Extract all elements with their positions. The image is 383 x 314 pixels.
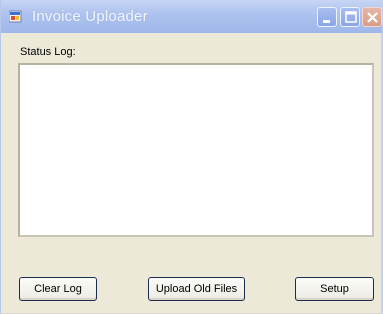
clear-log-button[interactable]: Clear Log — [19, 277, 97, 301]
close-icon — [367, 12, 378, 23]
close-button[interactable] — [362, 7, 382, 27]
minimize-button[interactable] — [317, 7, 337, 27]
maximize-button[interactable] — [340, 7, 360, 27]
upload-old-files-button[interactable]: Upload Old Files — [148, 277, 245, 301]
app-window-icon — [8, 10, 23, 24]
status-log-label: Status Log: — [20, 46, 76, 58]
setup-button[interactable]: Setup — [295, 277, 374, 301]
app-window: Invoice Uploader Status Log: Clear Log U… — [0, 0, 383, 314]
status-log-textbox[interactable] — [18, 63, 374, 237]
window-title: Invoice Uploader — [32, 8, 148, 25]
title-bar[interactable]: Invoice Uploader — [1, 0, 382, 33]
minimize-icon — [323, 20, 330, 23]
maximize-icon — [345, 11, 357, 23]
